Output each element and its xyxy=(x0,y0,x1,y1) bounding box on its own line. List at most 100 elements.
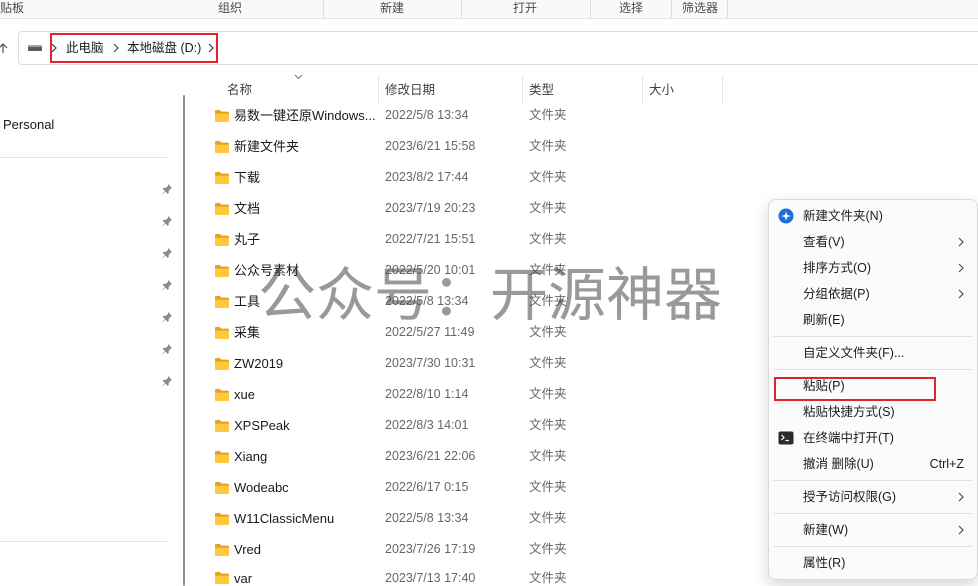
menu-item-label: 属性(R) xyxy=(803,556,846,570)
file-name: 下载 xyxy=(234,170,261,185)
file-row[interactable]: var 2023/7/13 17:40 文件夹 xyxy=(205,565,722,586)
file-row[interactable]: 采集 2022/5/27 11:49 文件夹 xyxy=(205,317,722,348)
file-type: 文件夹 xyxy=(529,480,567,494)
pin-icon[interactable] xyxy=(161,215,173,227)
file-modified: 2023/7/13 17:40 xyxy=(385,571,476,585)
column-header-modified[interactable]: 修改日期 xyxy=(385,82,435,98)
column-resize-handle[interactable] xyxy=(722,76,723,104)
menu-item-give-access[interactable]: 授予访问权限(G) xyxy=(773,484,973,510)
up-button[interactable] xyxy=(0,42,9,54)
file-type: 文件夹 xyxy=(529,418,567,432)
drive-icon[interactable] xyxy=(28,45,42,51)
menu-item-undo-delete[interactable]: 撤消 删除(U) Ctrl+Z xyxy=(773,451,973,477)
menu-item-open-in-terminal[interactable]: 在终端中打开(T) xyxy=(773,425,973,451)
folder-icon xyxy=(214,326,230,340)
nav-divider xyxy=(0,157,167,158)
folder-icon xyxy=(214,233,230,247)
pin-icon[interactable] xyxy=(161,375,173,387)
file-row[interactable]: 下载 2023/8/2 17:44 文件夹 xyxy=(205,162,722,193)
file-type: 文件夹 xyxy=(529,108,567,122)
pin-icon[interactable] xyxy=(161,247,173,259)
menu-separator xyxy=(773,513,973,514)
file-row[interactable]: Vred 2023/7/26 17:19 文件夹 xyxy=(205,534,722,565)
folder-icon xyxy=(214,295,230,309)
pin-icon[interactable] xyxy=(161,343,173,355)
file-row[interactable]: ZW2019 2023/7/30 10:31 文件夹 xyxy=(205,348,722,379)
menu-item-paste-shortcut[interactable]: 粘贴快捷方式(S) xyxy=(773,399,973,425)
menu-item-view[interactable]: 查看(V) xyxy=(773,229,973,255)
nav-scrollbar[interactable] xyxy=(183,95,185,586)
file-name: W11ClassicMenu xyxy=(234,511,335,526)
nav-item-personal[interactable]: Personal xyxy=(3,117,54,133)
column-header-type[interactable]: 类型 xyxy=(529,82,554,98)
menu-item-new-folder[interactable]: 新建文件夹(N) xyxy=(773,203,973,229)
file-row[interactable]: W11ClassicMenu 2022/5/8 13:34 文件夹 xyxy=(205,503,722,534)
file-name: Xiang xyxy=(234,449,268,464)
menu-item-label: 分组依据(P) xyxy=(803,287,870,301)
folder-icon xyxy=(214,571,230,585)
file-name: Vred xyxy=(234,542,261,557)
file-row[interactable]: xue 2022/8/10 1:14 文件夹 xyxy=(205,379,722,410)
file-row[interactable]: Xiang 2023/6/21 22:06 文件夹 xyxy=(205,441,722,472)
ribbon: 贴板 组织 新建 打开 选择 筛选器 xyxy=(0,0,978,19)
file-row[interactable]: 易数一键还原Windows... 2022/5/8 13:34 文件夹 xyxy=(205,100,722,131)
folder-icon xyxy=(214,171,230,185)
file-row[interactable]: 文档 2023/7/19 20:23 文件夹 xyxy=(205,193,722,224)
folder-icon xyxy=(214,543,230,557)
folder-icon xyxy=(214,109,230,123)
file-type: 文件夹 xyxy=(529,387,567,401)
folder-icon xyxy=(214,419,230,433)
file-type: 文件夹 xyxy=(529,294,567,308)
folder-icon xyxy=(214,450,230,464)
pin-icon[interactable] xyxy=(161,279,173,291)
file-name: 采集 xyxy=(234,325,261,340)
file-modified: 2022/8/10 1:14 xyxy=(385,387,469,401)
file-row[interactable]: 丸子 2022/7/21 15:51 文件夹 xyxy=(205,224,722,255)
file-list: 易数一键还原Windows... 2022/5/8 13:34 文件夹 新建文件夹 20… xyxy=(205,100,722,586)
file-row[interactable]: 工具 2022/5/8 13:34 文件夹 xyxy=(205,286,722,317)
folder-icon xyxy=(214,512,230,526)
menu-item-label: 撤消 删除(U) xyxy=(803,457,874,471)
file-type: 文件夹 xyxy=(529,139,567,153)
file-type: 文件夹 xyxy=(529,571,567,585)
menu-item-label: 自定义文件夹(F)... xyxy=(803,346,905,360)
menu-separator xyxy=(773,336,973,337)
nav-divider xyxy=(0,541,167,542)
menu-item-new[interactable]: 新建(W) xyxy=(773,517,973,543)
pin-icon[interactable] xyxy=(161,311,173,323)
file-type: 文件夹 xyxy=(529,356,567,370)
file-type: 文件夹 xyxy=(529,511,567,525)
ribbon-group-open: 打开 xyxy=(513,1,538,15)
file-row[interactable]: 新建文件夹 2023/6/21 15:58 文件夹 xyxy=(205,131,722,162)
file-name: xue xyxy=(234,387,255,402)
menu-item-sort-by[interactable]: 排序方式(O) xyxy=(773,255,973,281)
file-modified: 2022/5/20 10:01 xyxy=(385,263,476,277)
chevron-down-icon xyxy=(294,74,303,80)
menu-item-properties[interactable]: 属性(R) xyxy=(773,550,973,576)
file-row[interactable]: 公众号素材 2022/5/20 10:01 文件夹 xyxy=(205,255,722,286)
highlight-box-paste xyxy=(774,377,936,401)
file-name: Wodeabc xyxy=(234,480,289,495)
menu-item-group-by[interactable]: 分组依据(P) xyxy=(773,281,973,307)
file-modified: 2022/5/27 11:49 xyxy=(385,325,475,339)
chevron-right-icon xyxy=(958,237,964,247)
menu-item-customize-folder[interactable]: 自定义文件夹(F)... xyxy=(773,340,973,366)
file-name: 工具 xyxy=(234,294,261,309)
ribbon-separator xyxy=(590,0,591,18)
folder-icon xyxy=(214,388,230,402)
menu-item-refresh[interactable]: 刷新(E) xyxy=(773,307,973,333)
file-modified: 2023/6/21 15:58 xyxy=(385,139,476,153)
arrow-up-icon xyxy=(0,43,8,53)
file-row[interactable]: XPSPeak 2022/8/3 14:01 文件夹 xyxy=(205,410,722,441)
menu-item-label: 新建(W) xyxy=(803,523,849,537)
file-modified: 2023/7/19 20:23 xyxy=(385,201,476,215)
column-header-size[interactable]: 大小 xyxy=(649,82,674,98)
file-name: ZW2019 xyxy=(234,356,284,371)
file-modified: 2023/8/2 17:44 xyxy=(385,170,469,184)
pin-icon[interactable] xyxy=(161,183,173,195)
file-row[interactable]: Wodeabc 2022/6/17 0:15 文件夹 xyxy=(205,472,722,503)
column-header-name[interactable]: 名称 xyxy=(227,82,252,98)
file-name: XPSPeak xyxy=(234,418,290,433)
file-name: var xyxy=(234,571,253,586)
folder-icon xyxy=(214,202,230,216)
